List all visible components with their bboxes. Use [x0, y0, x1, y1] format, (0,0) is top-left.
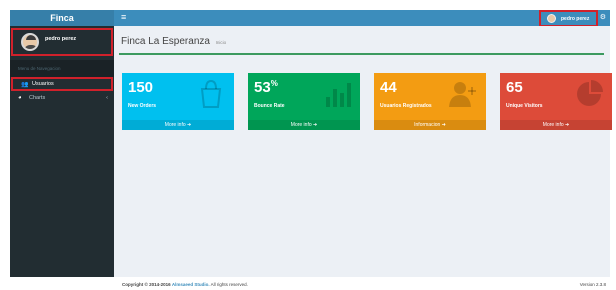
- more-info-link[interactable]: More info ➜: [122, 120, 234, 130]
- stat-box-unique-visitors: 65 Unique Visitors More info ➜: [500, 73, 612, 130]
- stat-value: 150: [128, 79, 154, 96]
- top-navbar: ≡ pedro perez ⚙: [114, 10, 610, 27]
- more-info-link[interactable]: Informacion ➜: [374, 120, 486, 130]
- stat-box-registered-users: 44 Usuarios Registrados Informacion ➜: [374, 73, 486, 130]
- sidebar-item-usuarios[interactable]: 👥 Usuarios: [11, 77, 113, 91]
- page-footer: Copyright © 2014-2016 Almsaeed Studio. A…: [114, 277, 610, 290]
- user-avatar: [21, 33, 39, 51]
- stat-value: 65: [506, 79, 523, 96]
- more-info-link[interactable]: More info ➜: [248, 120, 360, 130]
- stat-box-bounce-rate: 53% Bounce Rate More info ➜: [248, 73, 360, 130]
- menu-toggle-icon[interactable]: ≡: [121, 12, 126, 22]
- stat-label: Unique Visitors: [506, 103, 543, 109]
- version-label: Version 2.3.8: [579, 282, 606, 287]
- stat-label: New Orders: [128, 103, 157, 109]
- copyright-text: Copyright © 2014-2016 Almsaeed Studio. A…: [122, 282, 248, 287]
- user-add-icon: [448, 79, 478, 116]
- top-user-name: pedro perez: [561, 15, 590, 22]
- shopping-bag-icon: [196, 79, 226, 116]
- users-icon: 👥: [21, 81, 29, 88]
- sidebar-item-label: Charts: [29, 95, 46, 101]
- more-info-link[interactable]: More info ➜: [500, 120, 612, 130]
- gears-icon[interactable]: ⚙: [600, 13, 606, 21]
- content-header: Finca La Esperanza Inicio: [121, 36, 226, 47]
- stat-value: 53%: [254, 79, 278, 96]
- sidebar-user-name: pedro perez: [45, 36, 77, 42]
- sidebar: Finca pedro perez Menu de Navegacion 👥 U…: [10, 10, 114, 277]
- sidebar-user-panel[interactable]: pedro perez: [11, 28, 113, 56]
- bar-chart-icon: [322, 79, 352, 116]
- nav-header: Menu de Navegacion: [10, 60, 114, 77]
- pie-chart-icon: ◕: [18, 95, 22, 101]
- sidebar-item-charts[interactable]: ◕ Charts ‹: [10, 91, 114, 105]
- sidebar-item-label: Usuarios: [32, 81, 54, 87]
- page-title: Finca La Esperanza: [121, 36, 210, 47]
- page-subtitle: Inicio: [215, 40, 227, 45]
- main-content: Finca La Esperanza Inicio 150 New Orders…: [114, 26, 612, 277]
- chevron-left-icon: ‹: [106, 95, 108, 101]
- brand-logo[interactable]: Finca: [10, 10, 114, 26]
- user-avatar-small: [547, 14, 556, 23]
- top-user-menu[interactable]: pedro perez: [539, 10, 598, 27]
- pie-chart-icon: [574, 79, 604, 116]
- company-link[interactable]: Almsaeed Studio.: [172, 282, 210, 287]
- stat-value: 44: [380, 79, 397, 96]
- stat-label: Usuarios Registrados: [380, 103, 432, 109]
- header-divider: [119, 53, 604, 55]
- stat-label: Bounce Rate: [254, 103, 285, 109]
- stat-box-new-orders: 150 New Orders More info ➜: [122, 73, 234, 130]
